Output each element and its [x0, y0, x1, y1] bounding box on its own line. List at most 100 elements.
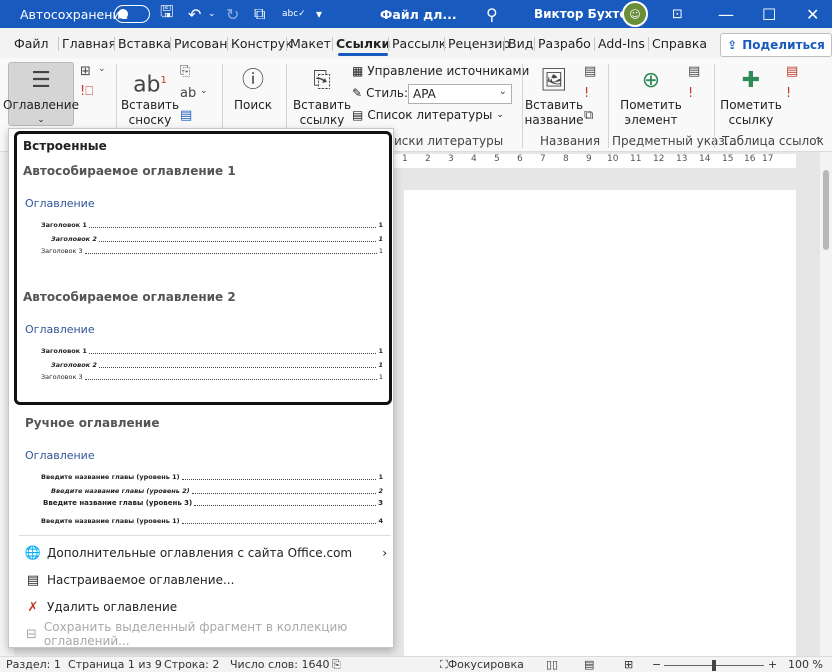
undo-dropdown-icon[interactable]: ⌄: [208, 0, 216, 28]
chevron-down-icon[interactable]: ⌄: [98, 64, 106, 74]
bibliography-button[interactable]: ▤ Список литературы ⌄: [352, 108, 504, 122]
undo-icon[interactable]: ↶: [188, 0, 201, 28]
mark-citation-icon: ✚: [741, 68, 761, 93]
add-text-icon[interactable]: ⊞: [80, 64, 91, 79]
redo-icon[interactable]: ↻: [226, 0, 239, 28]
tab-insert[interactable]: Вставка: [118, 28, 171, 58]
customize-qat-icon[interactable]: ▾: [316, 0, 322, 28]
custom-toc-menu-item[interactable]: ▤ Настраиваемое оглавление...: [19, 568, 393, 592]
zoom-out-icon[interactable]: −: [652, 658, 661, 671]
next-footnote-icon[interactable]: ab: [180, 86, 196, 101]
read-mode-icon[interactable]: ▯▯: [546, 658, 558, 671]
tab-file[interactable]: Файл: [14, 28, 49, 58]
tab-references[interactable]: Ссылки: [336, 28, 390, 58]
autosave-label: Автосохранение: [20, 6, 129, 22]
search-button[interactable]: ⓘ Поиск: [232, 64, 274, 113]
user-avatar-icon: ☺: [622, 1, 648, 27]
table-of-contents-button[interactable]: ☰ Оглавление ⌄: [3, 64, 79, 128]
minimize-icon[interactable]: —: [718, 0, 734, 28]
insert-index-icon[interactable]: ▤: [688, 64, 700, 79]
group-separator: [608, 64, 609, 148]
copy-format-icon[interactable]: ⧉: [254, 0, 265, 28]
status-line[interactable]: Строка: 2: [164, 658, 219, 671]
ruler-mark: 13: [676, 154, 688, 164]
update-toa-icon[interactable]: !: [786, 86, 791, 101]
remove-toc-menu-item[interactable]: ✗ Удалить оглавление: [19, 595, 393, 619]
style-label: Стиль:: [366, 86, 409, 100]
style-label-group: ✎ Стиль:: [352, 86, 408, 100]
tab-draw[interactable]: Рисован: [174, 28, 227, 58]
ruler-mark: 10: [607, 154, 619, 164]
insert-caption-button[interactable]: 🖼 Вставить название: [524, 64, 584, 128]
autosave-toggle[interactable]: [114, 0, 150, 28]
document-page[interactable]: [404, 190, 796, 660]
cross-reference-icon[interactable]: ⧉: [584, 108, 593, 123]
ruler-mark: 14: [699, 154, 711, 164]
focus-label: Фокусировка: [447, 658, 524, 671]
status-page[interactable]: Страница 1 из 9: [68, 658, 162, 671]
tab-review[interactable]: Рецензир: [448, 28, 510, 58]
zoom-level[interactable]: 100 %: [788, 658, 823, 671]
focus-icon: ⛶: [440, 658, 448, 671]
scrollbar-thumb[interactable]: [823, 170, 829, 250]
save-icon[interactable]: 🖫: [160, 0, 174, 28]
tab-separator: [286, 37, 287, 51]
more-tocs-office-menu-item[interactable]: 🌐 Дополнительные оглавления с сайта Offi…: [19, 541, 393, 565]
ruler-mark: 8: [563, 154, 569, 164]
style-icon: ✎: [352, 86, 363, 100]
toc-option-manual[interactable]: Ручное оглавление Оглавление Введите наз…: [15, 409, 387, 531]
caption-label-1: Вставить: [524, 98, 584, 112]
update-figures-icon[interactable]: !: [584, 86, 589, 101]
tab-view[interactable]: Вид: [508, 28, 533, 58]
chevron-down-icon[interactable]: ⌄: [200, 86, 208, 96]
toc-entry: Введите название главы (уровень 1) 4: [41, 517, 383, 525]
mark-entry-button[interactable]: ⊕ Пометить элемент: [620, 64, 682, 128]
insert-citation-button[interactable]: ⎘ Вставить ссылку: [293, 64, 351, 128]
update-table-icon[interactable]: !⎕: [80, 84, 93, 99]
tab-addins[interactable]: Add-Ins: [598, 28, 645, 58]
search-icon[interactable]: ⚲: [486, 0, 498, 28]
panel-separator: [19, 535, 391, 536]
tab-layout[interactable]: Макет: [290, 28, 331, 58]
style-select[interactable]: APA ⌄: [408, 84, 512, 104]
avatar[interactable]: ☺: [622, 0, 648, 28]
group-label-index: Предметный указ...: [612, 134, 737, 148]
insert-footnote-button[interactable]: ab1 Вставить сноску: [121, 64, 179, 128]
document-title[interactable]: Файл дл...: [380, 0, 457, 28]
proofing-icon[interactable]: ⎘: [332, 658, 341, 672]
insert-toa-icon[interactable]: ▤: [786, 64, 798, 79]
spelling-icon[interactable]: abc✓: [282, 0, 306, 28]
insert-endnote-icon[interactable]: ⎘: [180, 64, 190, 79]
manage-sources-button[interactable]: ▦ Управление источниками: [352, 64, 529, 78]
print-layout-icon[interactable]: ▤: [584, 658, 594, 671]
tab-help[interactable]: Справка: [652, 28, 707, 58]
ruler-mark: 2: [425, 154, 431, 164]
maximize-icon[interactable]: ☐: [762, 0, 776, 28]
ruler-mark: 3: [448, 154, 454, 164]
insert-table-of-figures-icon[interactable]: ▤: [584, 64, 596, 79]
save-selection-menu-item[interactable]: ⊟ Сохранить выделенный фрагмент в коллек…: [19, 620, 393, 648]
tab-mailings[interactable]: Рассылк: [392, 28, 446, 58]
share-button[interactable]: ⇪ Поделиться: [720, 33, 832, 57]
ribbon-display-icon[interactable]: ⊡: [672, 0, 683, 28]
close-icon[interactable]: ✕: [806, 0, 819, 28]
status-words[interactable]: Число слов: 1640: [230, 658, 329, 671]
web-layout-icon[interactable]: ⊞: [624, 658, 633, 671]
status-section[interactable]: Раздел: 1: [6, 658, 61, 671]
focus-mode-button[interactable]: ⛶Фокусировка: [440, 658, 524, 672]
globe-icon: 🌐: [24, 545, 42, 561]
bibliography-label: Список литературы: [367, 108, 493, 122]
show-notes-icon[interactable]: ▤: [180, 108, 192, 123]
tab-developer[interactable]: Разрабо: [538, 28, 591, 58]
collapse-ribbon-icon[interactable]: ⌃: [814, 136, 822, 147]
horizontal-ruler[interactable]: 1 2 3 4 5 6 7 8 9 10 11 12 13 14 15 16 1…: [392, 154, 796, 168]
mark-citation-button[interactable]: ✚ Пометить ссылку: [720, 64, 782, 128]
tab-design[interactable]: Конструк: [231, 28, 293, 58]
remove-toc-label: Удалить оглавление: [47, 600, 178, 614]
tab-home[interactable]: Главная: [62, 28, 116, 58]
zoom-in-icon[interactable]: +: [768, 658, 777, 671]
ribbon-tabs: Файл Главная Вставка Рисован Конструк Ма…: [0, 28, 832, 58]
zoom-slider-knob[interactable]: [712, 660, 716, 671]
update-index-icon[interactable]: !: [688, 86, 693, 101]
ruler-mark: 6: [517, 154, 523, 164]
